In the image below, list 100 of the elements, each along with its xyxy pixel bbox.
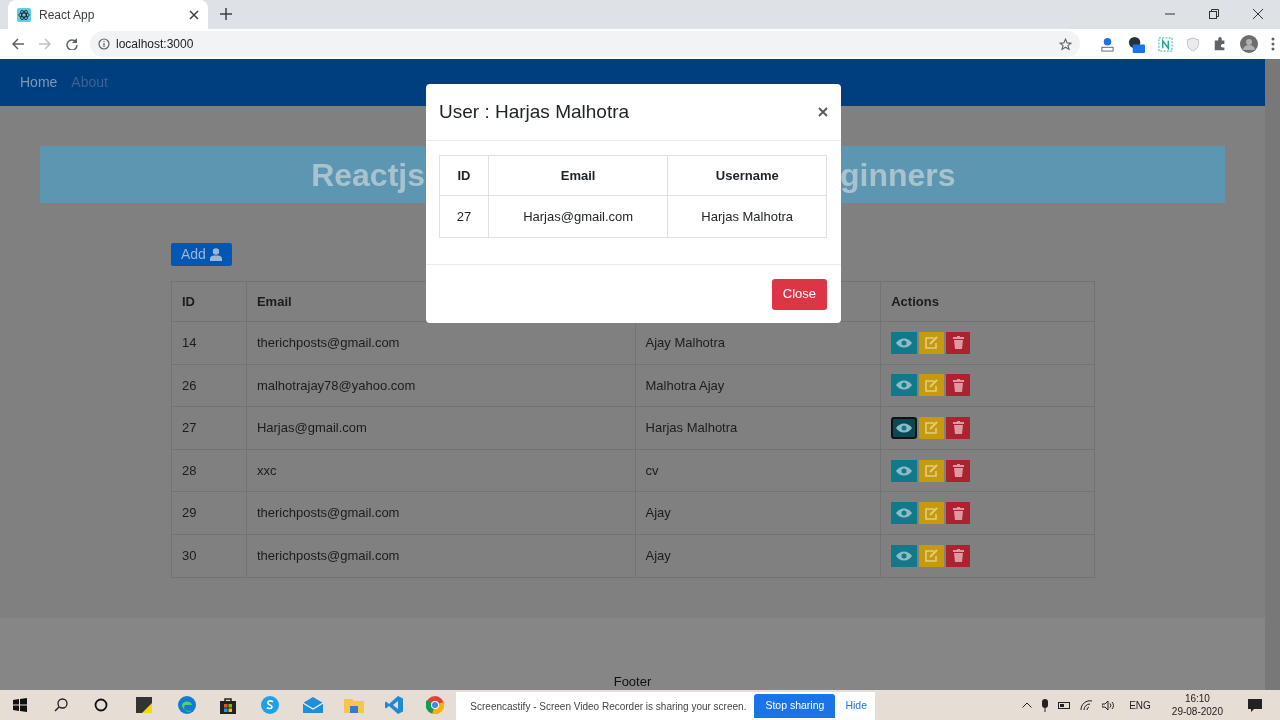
eye-icon (896, 550, 913, 561)
table-cell: therichposts@gmail.com (246, 534, 636, 578)
microphone-icon[interactable] (1041, 698, 1050, 712)
back-icon[interactable] (12, 38, 24, 50)
edit-icon (924, 506, 939, 520)
table-cell: 28 (171, 449, 247, 492)
table-cell: Harjas@gmail.com (246, 406, 636, 450)
folder-icon[interactable] (344, 697, 364, 713)
url-text: localhost:3000 (116, 36, 195, 53)
edit-button[interactable] (919, 374, 945, 397)
delete-button[interactable] (946, 374, 971, 397)
edit-button[interactable] (919, 331, 945, 354)
table-cell: therichposts@gmail.com (246, 491, 636, 535)
extension-icon[interactable] (1128, 35, 1145, 53)
chrome-icon[interactable] (426, 696, 444, 714)
trash-icon (952, 506, 964, 520)
column-header: ID (439, 155, 489, 196)
wifi-icon[interactable] (1080, 699, 1094, 711)
delete-button[interactable] (946, 417, 971, 439)
edit-icon (924, 549, 939, 563)
user-icon (209, 248, 222, 261)
banner-heading: Reactjs (310, 155, 425, 195)
star-icon[interactable] (1059, 37, 1072, 51)
table-cell: Ajay (635, 491, 881, 535)
notification-icon[interactable] (1248, 698, 1262, 712)
column-header: Email (488, 155, 668, 196)
circle-icon[interactable] (94, 698, 108, 712)
stop-sharing-button[interactable]: Stop sharing (754, 694, 836, 718)
table-cell: 14 (171, 321, 247, 365)
column-header: ID (171, 281, 247, 322)
close-icon[interactable] (818, 107, 828, 117)
delete-button[interactable] (946, 331, 971, 354)
edit-icon (924, 421, 939, 435)
delete-button[interactable] (946, 502, 971, 525)
battery-icon[interactable] (1058, 700, 1072, 710)
edge-icon[interactable] (178, 696, 196, 714)
clock-time: 16:10 (1184, 692, 1210, 705)
menu-icon[interactable] (1271, 37, 1275, 51)
browser-tab[interactable]: React App (8, 0, 208, 29)
reload-icon[interactable] (66, 38, 78, 50)
table-cell: xxc (246, 449, 636, 492)
clock-date: 29-08-2020 (1171, 705, 1223, 718)
close-button[interactable]: Close (771, 278, 827, 310)
table-cell: Ajay (635, 534, 881, 578)
table-cell: 27 (171, 406, 247, 450)
language-indicator[interactable]: ENG (1129, 697, 1151, 713)
skype-icon[interactable] (261, 696, 279, 714)
nav-link[interactable]: Home (20, 72, 58, 93)
footer-text: Footer (613, 672, 652, 691)
table-cell: cv (635, 449, 881, 492)
edit-button[interactable] (919, 544, 945, 567)
table-cell: Harjas@gmail.com (488, 195, 668, 238)
avatar-icon[interactable] (1240, 35, 1258, 53)
table-cell: Harjas Malhotra (667, 195, 827, 238)
add-button[interactable]: Add (171, 243, 232, 266)
delete-button[interactable] (946, 459, 971, 482)
store-icon[interactable] (220, 696, 236, 714)
column-header: Username (667, 155, 827, 196)
trash-icon (952, 421, 964, 435)
delete-button[interactable] (946, 544, 971, 567)
puzzle-icon[interactable] (1213, 37, 1227, 51)
banner-heading: ginners (840, 155, 957, 195)
table-cell: Malhotra Ajay (635, 364, 881, 407)
edit-icon (924, 464, 939, 478)
sticky-notes-icon[interactable] (136, 697, 152, 713)
sharing-message: Screencastify - Screen Video Recorder is sharing your screen. (470, 699, 747, 714)
mail-icon[interactable] (303, 697, 323, 713)
tab-title: React App (39, 6, 96, 24)
speaker-icon[interactable] (1102, 699, 1117, 711)
view-button[interactable] (891, 417, 918, 439)
table-cell: 30 (171, 534, 247, 578)
address-bar[interactable]: localhost:3000 (90, 31, 1080, 57)
table-cell: malhotrajay78@yahoo.com (246, 364, 636, 407)
trash-icon (952, 464, 964, 478)
table-cell: 29 (171, 491, 247, 535)
edit-button[interactable] (919, 459, 945, 482)
eye-icon (896, 465, 913, 476)
close-icon[interactable] (189, 9, 199, 20)
info-icon (98, 38, 110, 50)
chevron-up-icon[interactable] (1022, 702, 1033, 708)
edit-button[interactable] (919, 502, 945, 525)
column-header: Actions (880, 281, 1095, 322)
atom-icon (17, 7, 31, 22)
modal-title: User : Harjas Malhotra (439, 99, 630, 124)
maximize-icon[interactable] (1209, 8, 1219, 19)
hide-link[interactable]: Hide (845, 698, 867, 714)
windows-icon[interactable] (13, 698, 27, 712)
new-tab-icon[interactable] (220, 8, 232, 20)
close-icon[interactable] (1253, 8, 1263, 19)
table-cell: Harjas Malhotra (635, 406, 881, 450)
search-icon[interactable] (54, 698, 68, 712)
edit-icon (924, 378, 939, 392)
clock[interactable]: 16:10 29-08-2020 (1171, 692, 1223, 718)
trash-icon (952, 378, 964, 392)
eye-icon (896, 337, 913, 348)
eye-icon (896, 380, 913, 391)
code-editor-icon[interactable] (385, 696, 403, 714)
table-cell: 27 (439, 195, 489, 238)
eye-icon (896, 508, 913, 519)
table-cell: 26 (171, 364, 247, 407)
